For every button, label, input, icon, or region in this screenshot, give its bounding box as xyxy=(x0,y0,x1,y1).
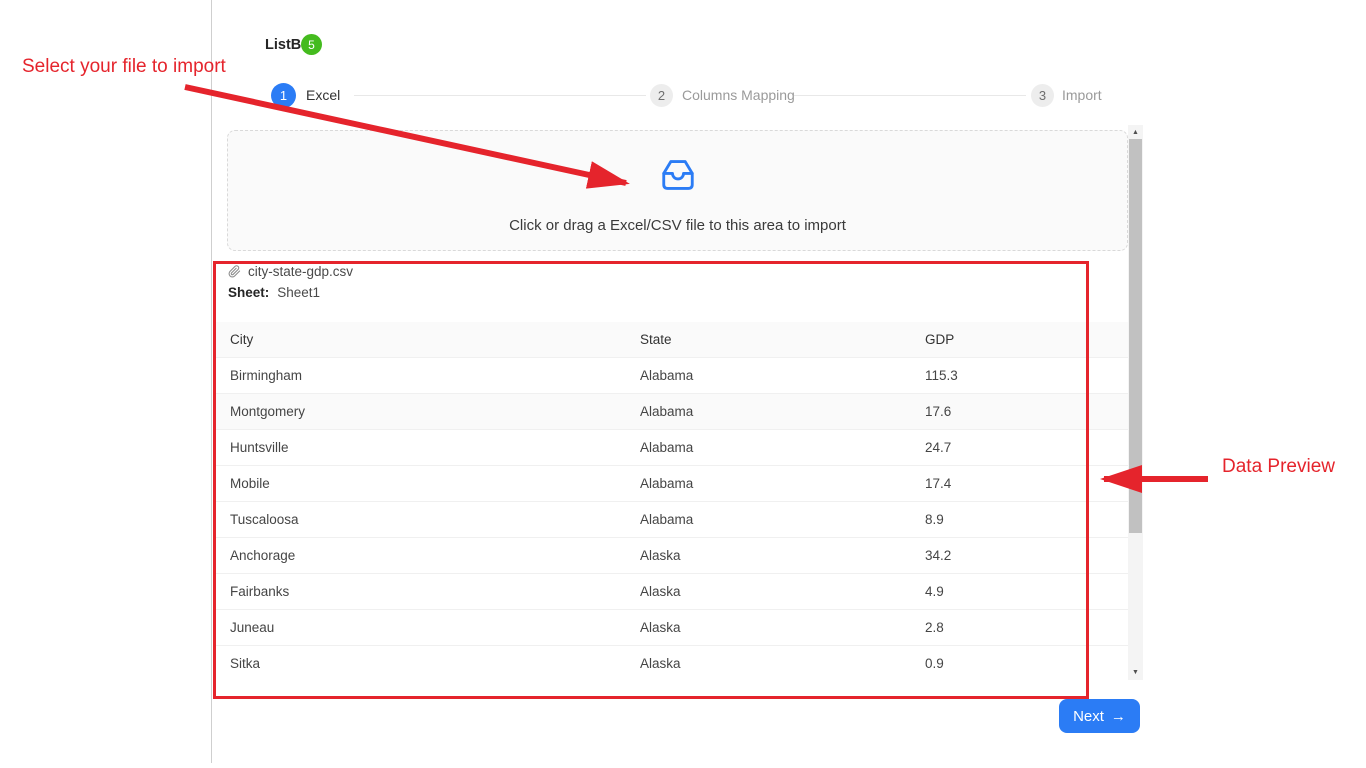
step-1-label: Excel xyxy=(306,87,340,103)
table-cell: Birmingham xyxy=(230,368,640,383)
step-1-number: 1 xyxy=(280,88,287,103)
table-cell: Anchorage xyxy=(230,548,640,563)
sheet-label: Sheet: xyxy=(228,285,269,300)
table-cell: Alabama xyxy=(640,476,925,491)
table-row: TuscaloosaAlabama8.9 xyxy=(213,502,1128,538)
table-cell: 2.8 xyxy=(925,620,1128,635)
column-header-state: State xyxy=(640,332,925,347)
table-cell: Alaska xyxy=(640,656,925,671)
table-cell: Alabama xyxy=(640,512,925,527)
table-row: JuneauAlaska2.8 xyxy=(213,610,1128,646)
table-row: HuntsvilleAlabama24.7 xyxy=(213,430,1128,466)
import-wizard-page: ListB 5 1 Excel 2 Columns Mapping 3 Impo… xyxy=(0,0,1366,768)
table-cell: 17.4 xyxy=(925,476,1128,491)
table-cell: Alaska xyxy=(640,584,925,599)
table-cell: 24.7 xyxy=(925,440,1128,455)
table-cell: Juneau xyxy=(230,620,640,635)
step-2-circle[interactable]: 2 xyxy=(650,84,673,107)
scroll-up-icon[interactable]: ▲ xyxy=(1128,125,1143,140)
uploaded-file-row[interactable]: city-state-gdp.csv xyxy=(228,264,353,279)
table-cell: Mobile xyxy=(230,476,640,491)
table-cell: Tuscaloosa xyxy=(230,512,640,527)
file-name: city-state-gdp.csv xyxy=(248,264,353,279)
table-cell: Montgomery xyxy=(230,404,640,419)
sheet-name: Sheet1 xyxy=(277,285,320,300)
table-cell: Alaska xyxy=(640,548,925,563)
step-2-label: Columns Mapping xyxy=(682,87,795,103)
table-row: AnchorageAlaska34.2 xyxy=(213,538,1128,574)
scrollbar-thumb[interactable] xyxy=(1129,139,1142,533)
table-cell: Fairbanks xyxy=(230,584,640,599)
step-3-number: 3 xyxy=(1039,88,1046,103)
annotation-data-preview-label: Data Preview xyxy=(1222,456,1335,478)
step-connector xyxy=(354,95,646,96)
annotation-select-file-label: Select your file to import xyxy=(22,56,226,78)
table-row: SitkaAlaska0.9 xyxy=(213,646,1128,680)
table-row: BirminghamAlabama115.3 xyxy=(213,358,1128,394)
table-cell: Alabama xyxy=(640,440,925,455)
table-body: BirminghamAlabama115.3MontgomeryAlabama1… xyxy=(213,358,1128,680)
table-row: MontgomeryAlabama17.6 xyxy=(213,394,1128,430)
arrow-right-icon: → xyxy=(1111,708,1126,725)
table-cell: Alabama xyxy=(640,368,925,383)
table-row: MobileAlabama17.4 xyxy=(213,466,1128,502)
upload-dropzone[interactable]: Click or drag a Excel/CSV file to this a… xyxy=(227,130,1128,251)
table-cell: Sitka xyxy=(230,656,640,671)
next-button-label: Next xyxy=(1073,708,1104,725)
scroll-down-icon[interactable]: ▼ xyxy=(1128,665,1143,680)
table-cell: Huntsville xyxy=(230,440,640,455)
table-cell: 4.9 xyxy=(925,584,1128,599)
step-2-number: 2 xyxy=(658,88,665,103)
table-cell: 115.3 xyxy=(925,368,1128,383)
paperclip-icon xyxy=(228,265,241,278)
table-cell: 34.2 xyxy=(925,548,1128,563)
column-header-gdp: GDP xyxy=(925,332,1128,347)
table-cell: 0.9 xyxy=(925,656,1128,671)
page-title: ListB xyxy=(265,37,301,53)
table-row: FairbanksAlaska4.9 xyxy=(213,574,1128,610)
step-3-circle[interactable]: 3 xyxy=(1031,84,1054,107)
step-3-label: Import xyxy=(1062,87,1102,103)
inbox-icon xyxy=(659,156,697,199)
vertical-scrollbar[interactable]: ▲ ▼ xyxy=(1128,125,1143,680)
dropzone-hint: Click or drag a Excel/CSV file to this a… xyxy=(509,217,846,234)
column-header-city: City xyxy=(230,332,640,347)
count-badge: 5 xyxy=(301,34,322,55)
step-1-circle[interactable]: 1 xyxy=(271,83,296,108)
step-connector xyxy=(794,95,1026,96)
sheet-row: Sheet: Sheet1 xyxy=(228,285,320,300)
panel-left-border xyxy=(211,0,212,763)
table-cell: Alaska xyxy=(640,620,925,635)
table-header-row: City State GDP xyxy=(213,322,1128,358)
table-cell: 17.6 xyxy=(925,404,1128,419)
table-cell: 8.9 xyxy=(925,512,1128,527)
table-cell: Alabama xyxy=(640,404,925,419)
next-button[interactable]: Next → xyxy=(1059,699,1140,733)
